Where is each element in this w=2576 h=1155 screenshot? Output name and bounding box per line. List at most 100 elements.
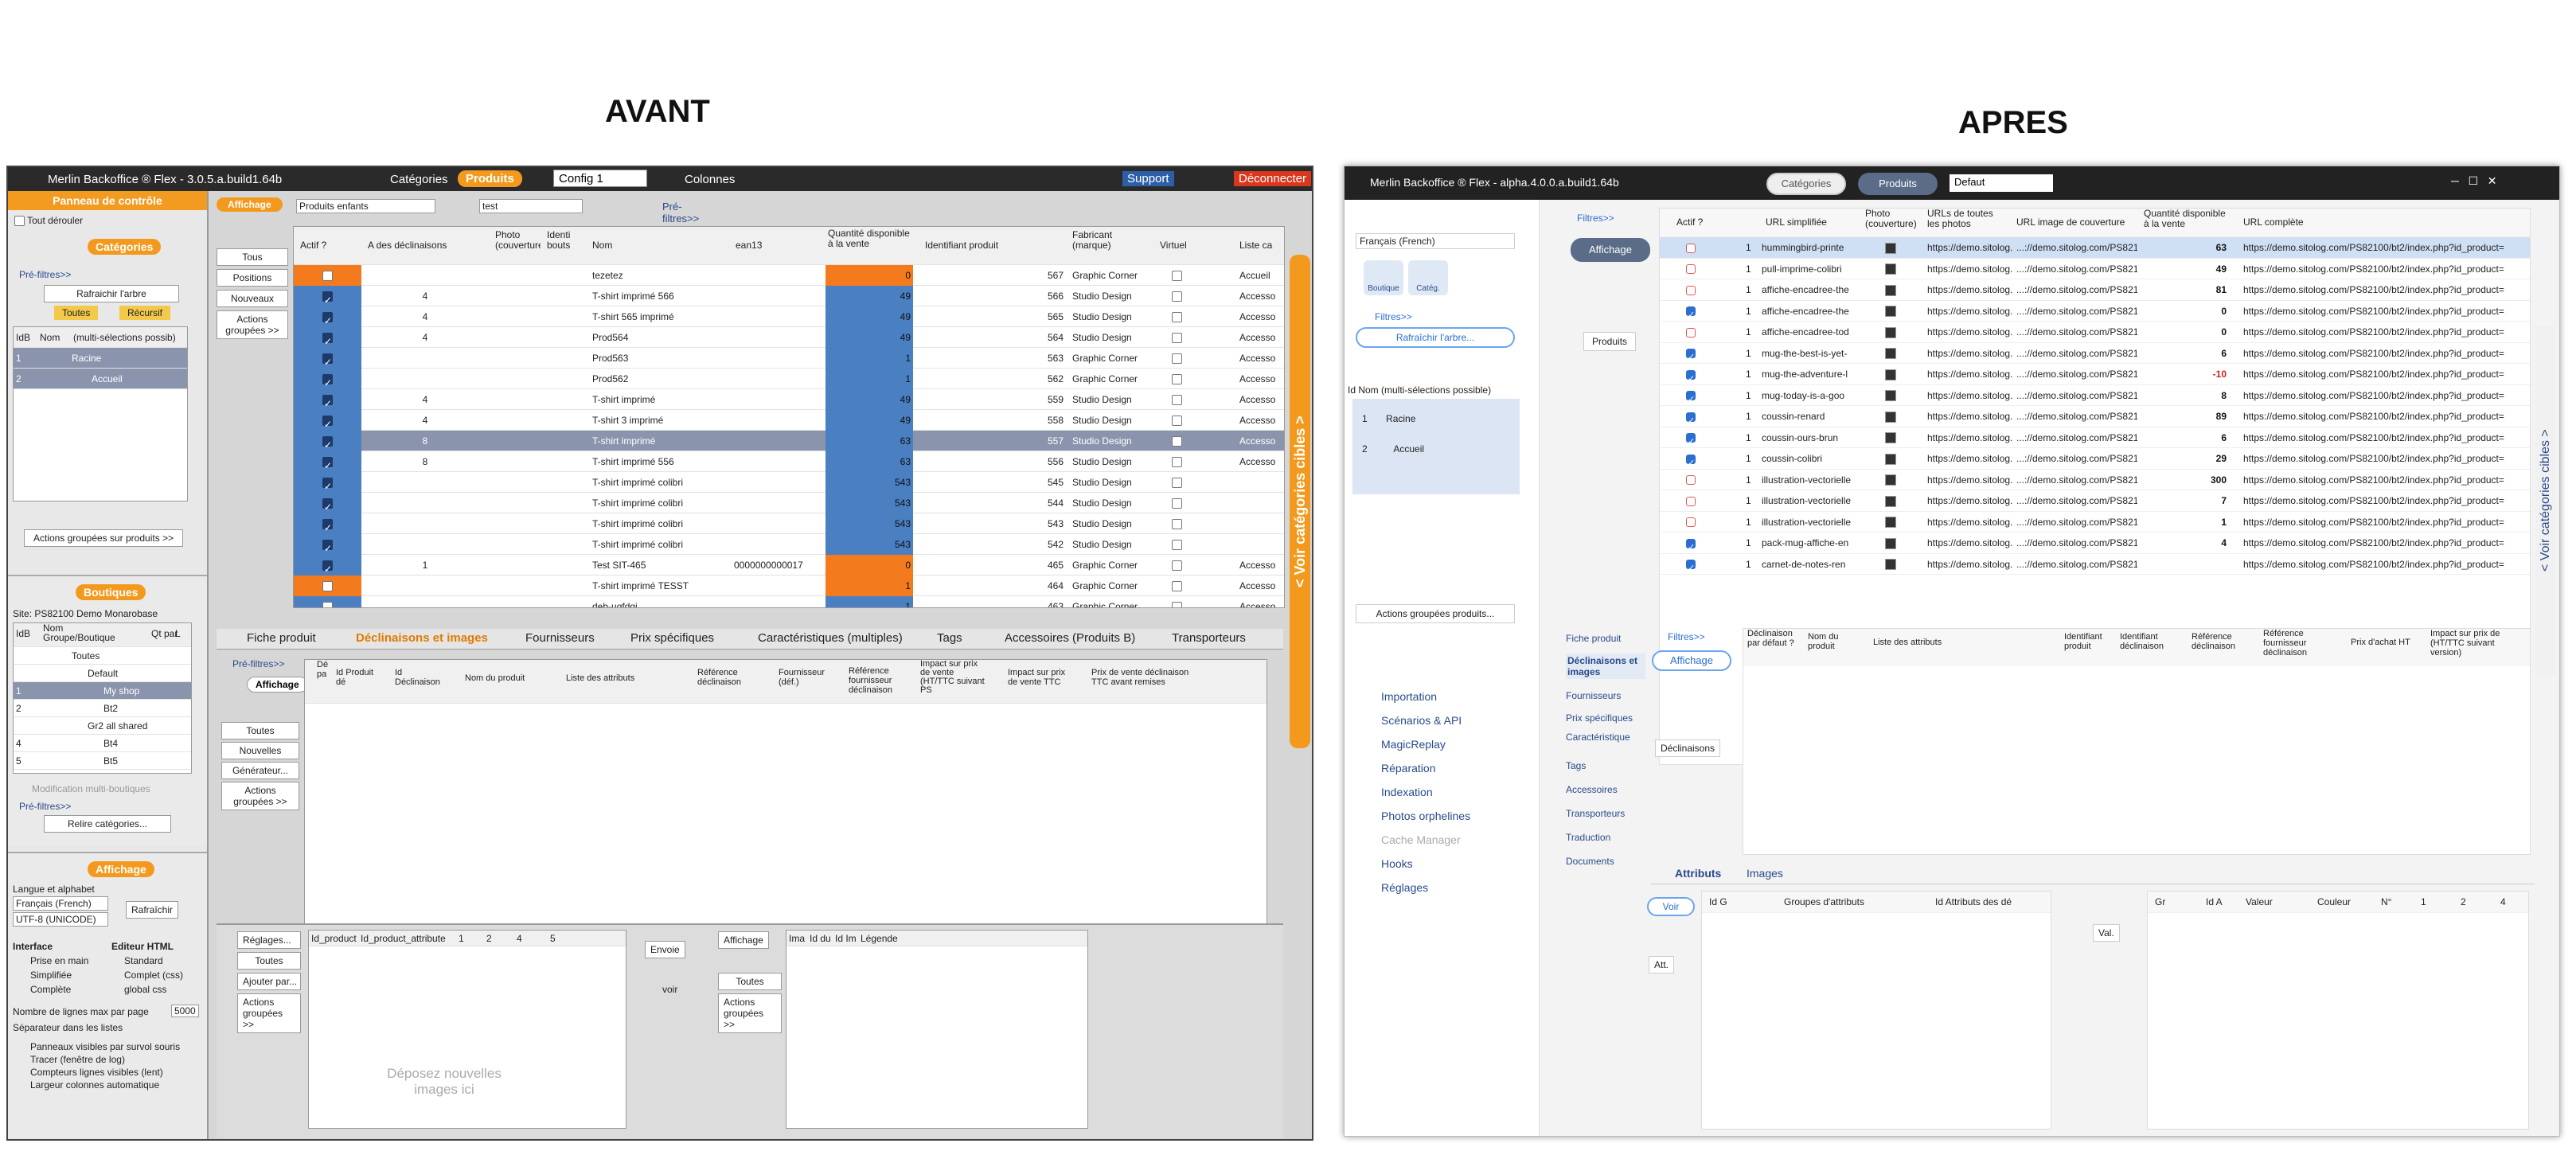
new-button[interactable]: Nouveaux xyxy=(217,290,288,307)
active-checkbox[interactable] xyxy=(322,290,333,306)
virtual-checkbox[interactable] xyxy=(1172,271,1182,282)
active-checkbox[interactable] xyxy=(322,373,333,389)
active-checkbox[interactable] xyxy=(322,497,333,513)
option-check[interactable]: Compteurs lignes visibles (lent) xyxy=(30,1067,163,1078)
category-row[interactable]: 2 Accueil xyxy=(14,369,187,389)
decl-display-button[interactable]: Affichage xyxy=(1652,650,1731,671)
img-col[interactable]: Id_product_attribute xyxy=(358,931,448,951)
attr-col[interactable]: Id G xyxy=(1707,892,1730,912)
product-row[interactable]: T-shirt imprimé colibri 543 543 Studio Desi… xyxy=(294,513,1284,534)
menu-repair[interactable]: Réparation xyxy=(1381,762,1436,775)
virtual-checkbox[interactable] xyxy=(1172,498,1182,509)
product-row[interactable]: 1 coussin-colibri https://demo.sitolog.c..… xyxy=(1660,448,2530,470)
legend-view-button[interactable]: Affichage xyxy=(718,931,769,949)
vtab-documents[interactable]: Documents xyxy=(1566,856,1614,867)
tab-products[interactable]: Produits xyxy=(1858,173,1938,195)
product-row[interactable]: 8 T-shirt imprimé 63 557 Studio Design Access… xyxy=(294,431,1284,451)
filters-link[interactable]: Filtres>> xyxy=(1375,311,1412,322)
shop-toggle[interactable]: Boutique xyxy=(1364,260,1403,295)
filters-decl-link[interactable]: Filtres>> xyxy=(1668,631,1705,642)
menu-settings[interactable]: Réglages xyxy=(1381,881,1428,894)
virtual-checkbox[interactable] xyxy=(1172,540,1182,551)
active-checkbox[interactable] xyxy=(1686,347,1696,364)
active-checkbox[interactable] xyxy=(322,602,333,607)
virtual[interactable] xyxy=(1169,369,1185,389)
decl-col[interactable]: Identifiant déclinaison xyxy=(2117,632,2180,667)
active-checkbox[interactable] xyxy=(1686,369,1696,384)
html-opt[interactable]: global css xyxy=(124,984,166,995)
shop-row[interactable]: 5 Bt5 xyxy=(14,752,191,770)
legend-grouped-button[interactable]: Actions groupées >> xyxy=(718,993,782,1033)
val-col[interactable]: Valeur xyxy=(2243,892,2275,912)
col-name[interactable]: Nom xyxy=(590,235,615,256)
product-row[interactable]: deb-ugfdgj 1 463 Graphic Corner Accesso xyxy=(294,596,1284,607)
virtual[interactable] xyxy=(1169,286,1185,306)
decl-col[interactable]: Référence fournisseur déclinaison xyxy=(846,666,908,706)
recursive-button[interactable]: Récursif xyxy=(119,306,171,320)
active-checkbox[interactable] xyxy=(322,455,333,472)
col-active[interactable]: Actif ? xyxy=(298,235,329,256)
active-checkbox[interactable] xyxy=(1686,475,1696,486)
active-checkbox[interactable] xyxy=(322,393,333,410)
lines-per-page-input[interactable]: 5000 xyxy=(171,1005,199,1017)
val-col[interactable]: Gr xyxy=(2153,892,2168,912)
send-button[interactable]: Envoie xyxy=(645,941,685,958)
decl-col[interactable]: Impact sur prix de vente (HT/TTC suivant… xyxy=(918,660,988,703)
virtual-checkbox[interactable] xyxy=(1172,519,1182,530)
active-checkbox[interactable] xyxy=(322,517,333,534)
active-cell[interactable] xyxy=(294,265,361,286)
virtual[interactable] xyxy=(1169,265,1185,286)
decl-view-button[interactable]: Affichage xyxy=(247,677,308,693)
product-row[interactable]: 1 mug-today-is-a-goo https://demo.sitolog.… xyxy=(1660,385,2530,406)
category-row[interactable]: 1 Racine xyxy=(14,348,187,369)
active-checkbox[interactable] xyxy=(1686,537,1696,553)
pre-filters-link[interactable]: Pré-filtres>> xyxy=(19,269,71,280)
html-opt[interactable]: Standard xyxy=(124,955,163,966)
product-row[interactable]: 1 carnet-de-notes-ren https://demo.sitolog… xyxy=(1660,554,2530,575)
active-checkbox[interactable] xyxy=(1686,558,1696,575)
product-row[interactable]: 1 illustration-vectorielle https://demo.si… xyxy=(1660,470,2530,490)
iface-opt[interactable]: Simplifiée xyxy=(30,970,72,981)
virtual-checkbox[interactable] xyxy=(1172,436,1182,447)
active-cell[interactable] xyxy=(294,472,361,493)
col-qty[interactable]: Quantité disponible à la vente xyxy=(2141,209,2229,236)
decl-col[interactable]: Id Déclinaison xyxy=(392,668,448,708)
active-cell[interactable] xyxy=(294,596,361,607)
lang-select[interactable]: Français (French) xyxy=(13,896,108,911)
display-button[interactable]: Affichage xyxy=(1571,238,1650,262)
virtual-checkbox[interactable] xyxy=(1172,291,1182,302)
product-row[interactable]: 1 illustration-vectorielle https://demo.si… xyxy=(1660,512,2530,533)
active-checkbox[interactable] xyxy=(322,352,333,369)
vtab-product-sheet[interactable]: Fiche produit xyxy=(1566,633,1621,644)
product-row[interactable]: 4 T-shirt imprimé 566 49 566 Studio Design Ac… xyxy=(294,286,1284,306)
shop-row[interactable]: 1 My shop xyxy=(14,682,191,700)
display-toggle[interactable]: Affichage xyxy=(88,861,154,877)
active-checkbox[interactable] xyxy=(1686,389,1696,406)
legend-col[interactable]: Ima xyxy=(786,931,807,951)
active-cell[interactable] xyxy=(294,513,361,534)
img-all-button[interactable]: Toutes xyxy=(237,952,301,970)
virtual[interactable] xyxy=(1169,596,1185,607)
decl-new-button[interactable]: Nouvelles xyxy=(221,742,299,759)
iface-opt[interactable]: Prise en main xyxy=(30,955,88,966)
active-cell[interactable] xyxy=(294,534,361,555)
category-row[interactable]: 2 Accueil xyxy=(1362,443,1424,455)
iface-opt[interactable]: Complète xyxy=(30,984,71,995)
virtual-checkbox[interactable] xyxy=(1172,353,1182,365)
active-cell[interactable] xyxy=(1684,448,1698,469)
pre-filters-decl-link[interactable]: Pré-filtres>> xyxy=(232,658,284,669)
val-button[interactable]: Val. xyxy=(2093,924,2120,942)
active-cell[interactable] xyxy=(1684,279,1698,300)
virtual[interactable] xyxy=(1169,327,1185,348)
active-checkbox[interactable] xyxy=(1686,243,1696,253)
virtual[interactable] xyxy=(1169,389,1185,410)
decl-col[interactable]: Liste des attributs xyxy=(564,668,637,689)
tab-attributes[interactable]: Attributs xyxy=(1675,867,1721,880)
search-input[interactable]: test xyxy=(479,199,583,213)
active-checkbox[interactable] xyxy=(1686,327,1696,338)
product-row[interactable]: tezetez 0 567 Graphic Corner Accueil xyxy=(294,265,1284,286)
virtual-checkbox[interactable] xyxy=(1172,416,1182,427)
product-row[interactable]: 4 T-shirt 565 imprimé 49 565 Studio Design Ac… xyxy=(294,306,1284,327)
product-row[interactable]: T-shirt imprimé colibri 543 545 Studio Desi… xyxy=(294,472,1284,493)
product-row[interactable]: 4 T-shirt 3 imprimé 49 558 Studio Design Acce… xyxy=(294,410,1284,431)
